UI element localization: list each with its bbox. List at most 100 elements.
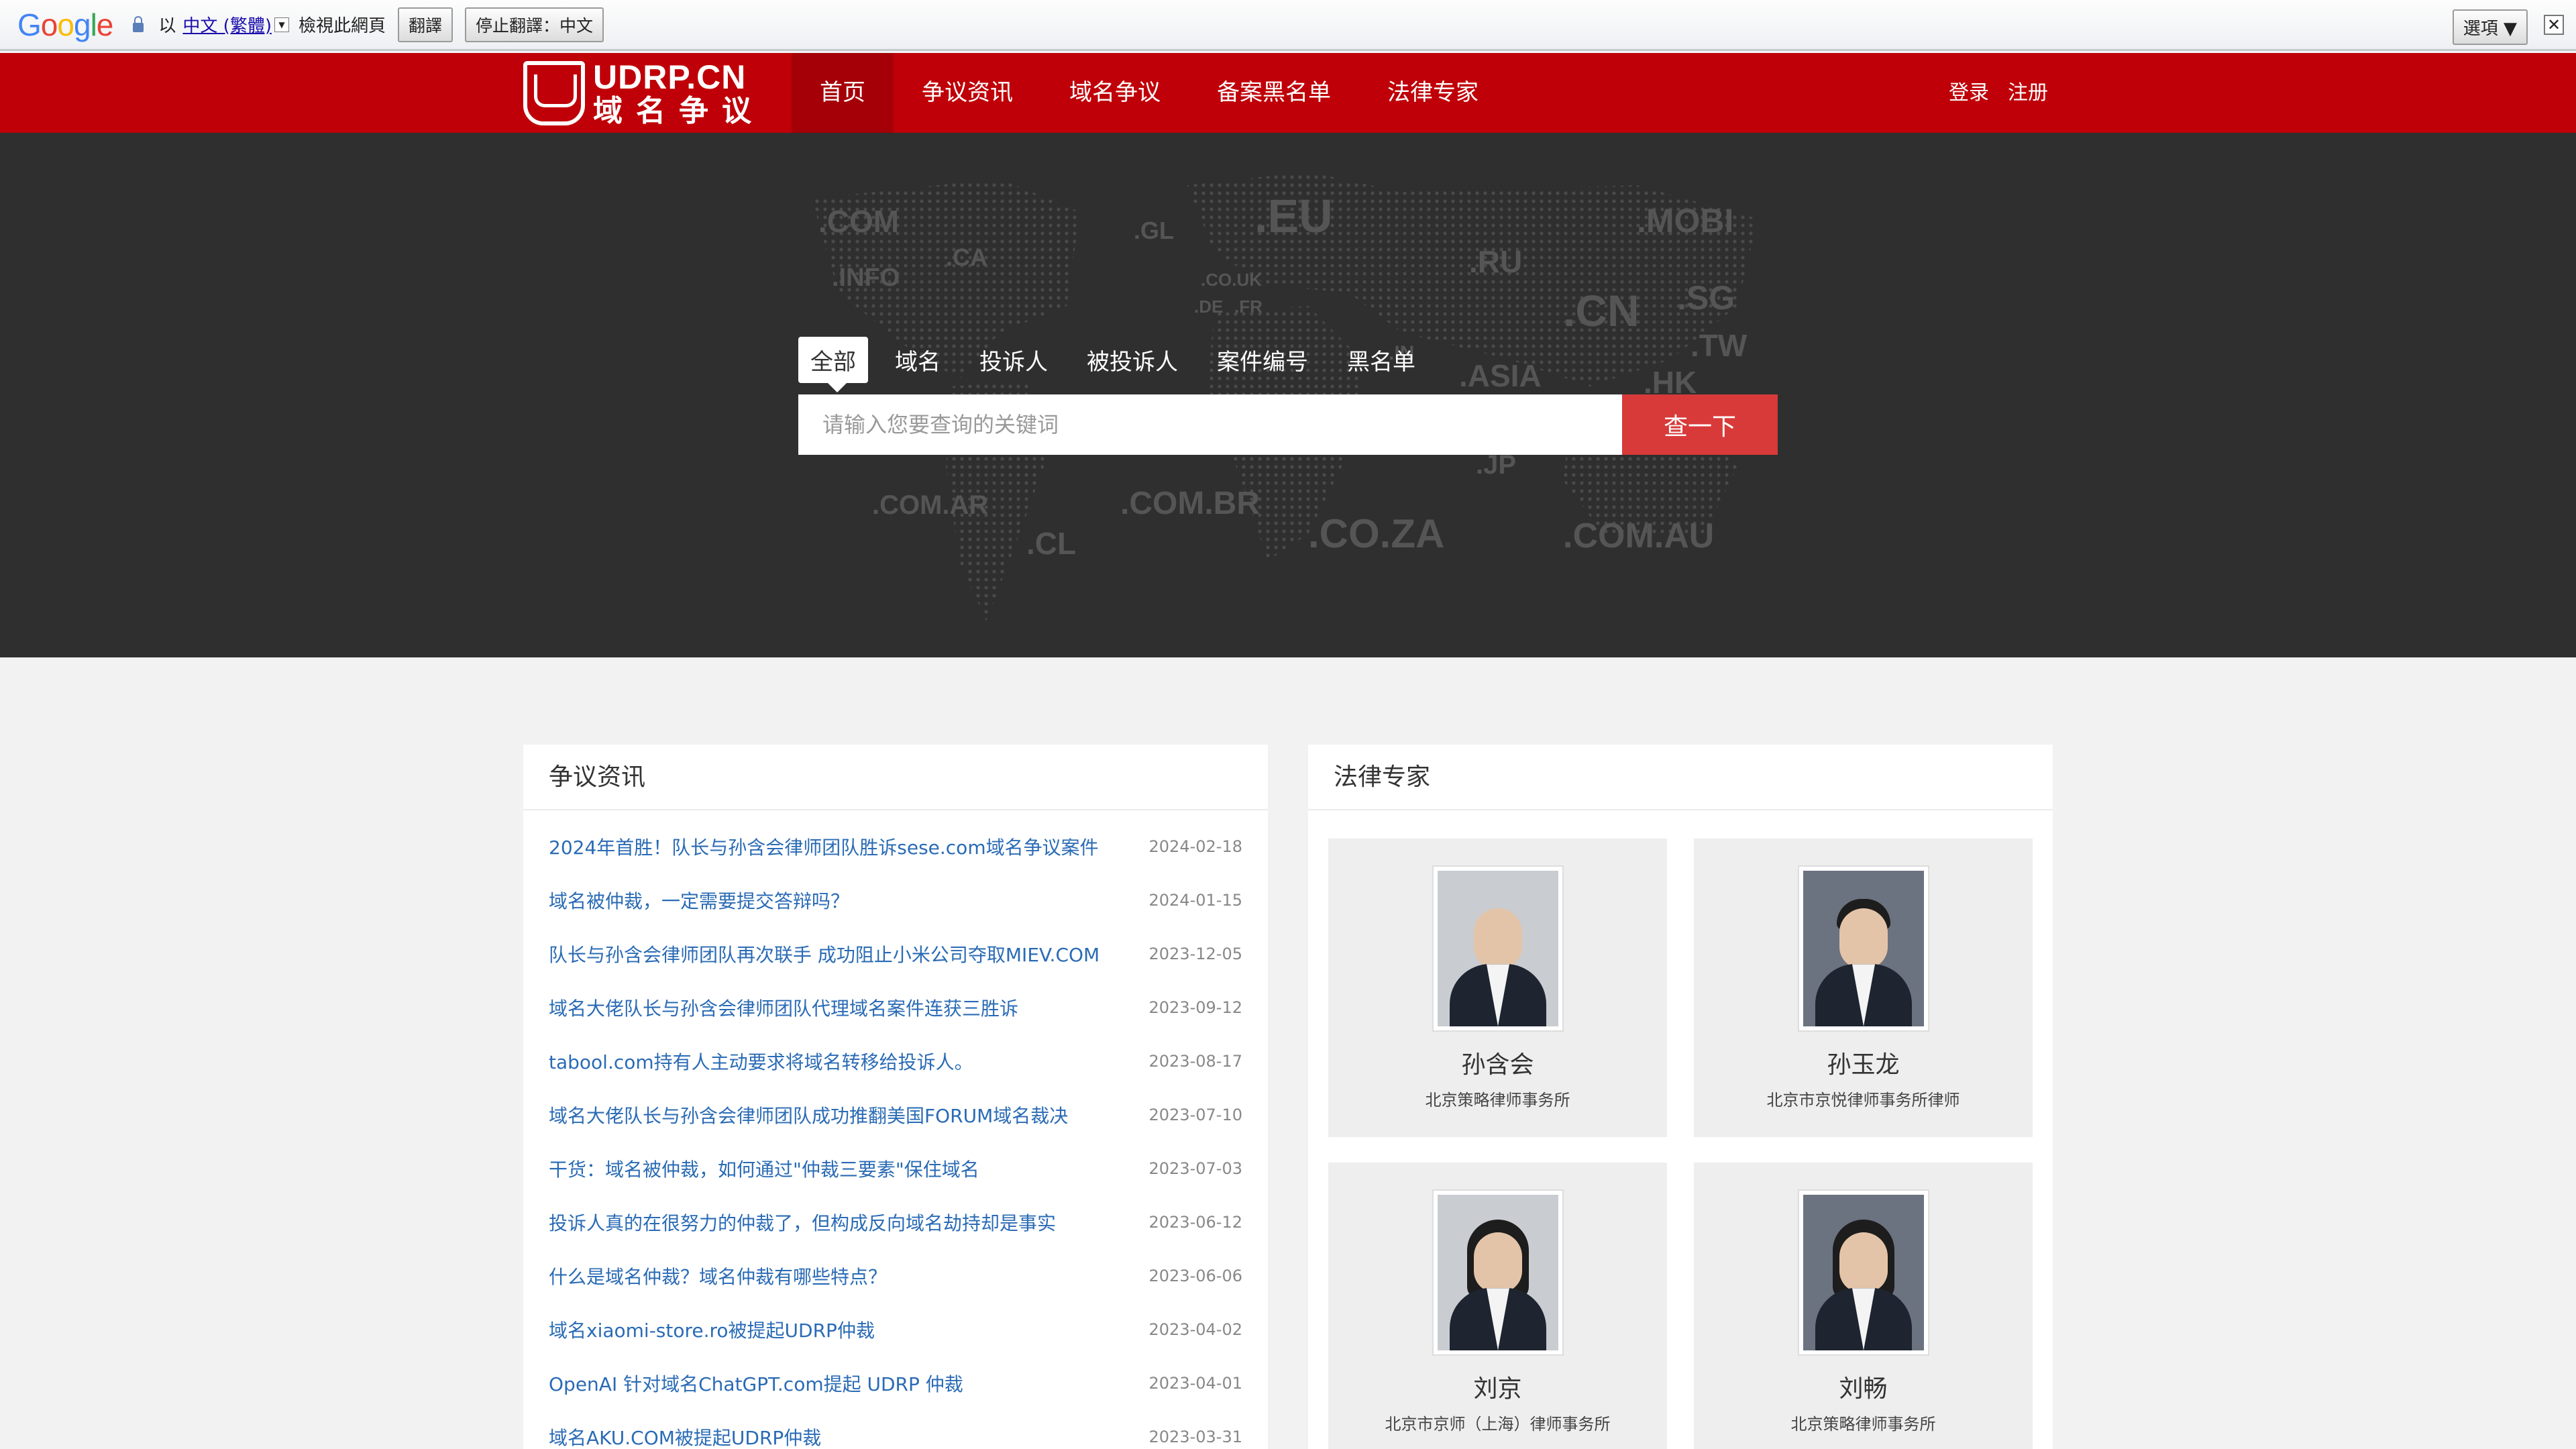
shield-logo-icon [523,61,585,125]
list-item: tabool.com持有人主动要求将域名转移给投诉人。 2023-08-17 [523,1034,1268,1088]
nav-dispute-news[interactable]: 争议资讯 [894,53,1041,133]
logo-english: UDRP.CN [593,58,747,96]
news-date: 2023-07-03 [1148,1159,1242,1178]
map-label: .MOBI [1637,202,1733,239]
expert-card[interactable]: 孙含会 北京策略律师事务所 [1328,839,1667,1137]
language-link[interactable]: 中文 (繁體) [182,12,272,37]
news-link[interactable]: 2024年首胜！队长与孙含会律师团队胜诉sese.com域名争议案件 [549,833,1149,860]
legal-experts-panel: 法律专家 孙含会 北京策略律师事务所 孙玉龙 北京市京悦律师事务所律师 刘京 北… [1308,745,2053,1449]
site-logo[interactable]: UDRP.CN 域名争议 [523,58,765,128]
tab-all[interactable]: 全部 [798,337,868,392]
news-date: 2023-04-01 [1148,1374,1242,1393]
news-date: 2023-03-31 [1148,1428,1242,1446]
news-link[interactable]: 投诉人真的在很努力的仲裁了，但构成反向域名劫持却是事实 [549,1209,1149,1236]
news-link[interactable]: 干货：域名被仲裁，如何通过"仲裁三要素"保住域名 [549,1155,1149,1182]
expert-photo [1432,865,1564,1032]
list-item: 什么是域名仲裁？域名仲裁有哪些特点？ 2023-06-06 [523,1249,1268,1303]
tab-domain[interactable]: 域名 [895,343,941,376]
map-label: .CL [1026,526,1076,561]
language-dropdown-icon[interactable]: ▼ [274,17,289,32]
expert-card[interactable]: 刘京 北京市京师（上海）律师事务所 [1328,1163,1667,1449]
expert-card[interactable]: 刘畅 北京策略律师事务所 [1694,1163,2033,1449]
nav-legal-experts[interactable]: 法律专家 [1359,53,1507,133]
list-item: 域名xiaomi-store.ro被提起UDRP仲裁 2023-04-02 [523,1303,1268,1356]
tab-blacklist[interactable]: 黑名单 [1347,343,1415,376]
world-domain-map: .COM .CA .GL .EU .MOBI .INFO .RU .SG .CN… [812,172,1758,621]
main-header: UDRP.CN 域名争议 首页 争议资讯 域名争议 备案黑名单 法律专家 登录注… [0,53,2576,133]
experts-panel-title: 法律专家 [1308,745,2053,810]
search-input[interactable] [798,394,1622,455]
news-link[interactable]: 什么是域名仲裁？域名仲裁有哪些特点？ [549,1263,1149,1289]
expert-firm: 北京市京悦律师事务所律师 [1766,1091,1960,1110]
map-label: .INFO [832,264,900,292]
options-button[interactable]: 選項 ▼ [2452,9,2528,45]
map-label: .CA [946,244,987,271]
list-item: 域名大佬队长与孙含会律师团队代理域名案件连获三胜诉 2023-09-12 [523,981,1268,1034]
map-label: .DE [1194,297,1223,317]
news-link[interactable]: 域名大佬队长与孙含会律师团队代理域名案件连获三胜诉 [549,994,1149,1021]
close-icon[interactable]: ✕ [2544,15,2564,35]
news-link[interactable]: tabool.com持有人主动要求将域名转移给投诉人。 [549,1048,1149,1075]
nav-domain-disputes[interactable]: 域名争议 [1041,53,1189,133]
search-type-tabs: 全部 域名 投诉人 被投诉人 案件编号 黑名单 [798,337,1454,392]
expert-firm: 北京市京师（上海）律师事务所 [1385,1415,1611,1434]
list-item: 干货：域名被仲裁，如何通过"仲裁三要素"保住域名 2023-07-03 [523,1142,1268,1195]
news-link[interactable]: 域名xiaomi-store.ro被提起UDRP仲裁 [549,1316,1149,1343]
expert-name: 孙玉龙 [1827,1051,1900,1079]
news-date: 2023-06-06 [1148,1267,1242,1285]
map-label: .FR [1234,297,1263,317]
news-link[interactable]: 队长与孙含会律师团队再次联手 成功阻止小米公司夺取MIEV.COM [549,941,1149,967]
list-item: 域名AKU.COM被提起UDRP仲裁 2023-03-31 [523,1410,1268,1449]
expert-photo [1798,865,1929,1032]
login-link[interactable]: 登录 [1949,81,1989,105]
expert-name: 刘京 [1473,1375,1522,1403]
map-label: .COM.AR [872,490,988,520]
map-label: .COM [818,204,899,239]
stop-translate-button[interactable]: 停止翻譯：中文 [465,7,604,42]
search-bar: 查一下 [798,394,1778,455]
tab-complainant[interactable]: 投诉人 [979,343,1048,376]
map-label: .EU [1254,190,1333,242]
news-link[interactable]: 域名被仲裁，一定需要提交答辩吗？ [549,887,1149,914]
nav-blacklist[interactable]: 备案黑名单 [1189,53,1359,133]
news-link[interactable]: 域名AKU.COM被提起UDRP仲裁 [549,1424,1149,1449]
map-label: .COM.AU [1563,517,1714,555]
auth-links: 登录 注册 [1949,53,2067,133]
lock-icon [133,15,144,32]
news-link[interactable]: 域名大佬队长与孙含会律师团队成功推翻美国FORUM域名裁决 [549,1102,1149,1128]
news-date: 2024-01-15 [1148,891,1242,910]
map-label: .COM.BR [1120,486,1260,521]
expert-photo [1432,1189,1564,1356]
map-label: .RU [1469,244,1522,279]
expert-card[interactable]: 孙玉龙 北京市京悦律师事务所律师 [1694,839,2033,1137]
news-panel-title: 争议资讯 [523,745,1268,810]
news-link[interactable]: OpenAI 针对域名ChatGPT.com提起 UDRP 仲裁 [549,1370,1149,1397]
translate-button[interactable]: 翻譯 [397,7,453,42]
expert-photo [1798,1189,1929,1356]
expert-firm: 北京策略律师事务所 [1425,1091,1570,1110]
list-item: 2024年首胜！队长与孙含会律师团队胜诉sese.com域名争议案件 2024-0… [523,820,1268,873]
hero-search-section: .COM .CA .GL .EU .MOBI .INFO .RU .SG .CN… [0,133,2576,657]
map-label: .CN [1563,286,1640,335]
map-label: .GL [1134,217,1174,244]
search-button[interactable]: 查一下 [1622,394,1778,455]
news-date: 2023-08-17 [1148,1052,1242,1071]
news-date: 2023-12-05 [1148,945,1242,963]
expert-name: 刘畅 [1839,1375,1888,1403]
nav-home[interactable]: 首页 [792,53,894,133]
map-label: .ASIA [1459,358,1542,393]
translate-bar: Google 以 中文 (繁體) ▼ 檢視此網頁 翻譯 停止翻譯：中文 選項 ▼… [0,0,2576,51]
news-date: 2023-07-10 [1148,1106,1242,1124]
register-link[interactable]: 注册 [2008,81,2048,105]
main-nav: 首页 争议资讯 域名争议 备案黑名单 法律专家 [792,53,1507,133]
list-item: 域名大佬队长与孙含会律师团队成功推翻美国FORUM域名裁决 2023-07-10 [523,1088,1268,1142]
view-page-label: 檢視此網頁 [298,16,386,36]
list-item: 域名被仲裁，一定需要提交答辩吗？ 2024-01-15 [523,873,1268,927]
news-date: 2023-06-12 [1148,1213,1242,1232]
tab-case-number[interactable]: 案件编号 [1217,343,1308,376]
news-list: 2024年首胜！队长与孙含会律师团队胜诉sese.com域名争议案件 2024-0… [523,810,1268,1449]
logo-chinese: 域名争议 [593,94,765,128]
map-label: .CO.UK [1201,270,1262,290]
tab-respondent[interactable]: 被投诉人 [1087,343,1178,376]
google-logo: Google [17,7,113,42]
